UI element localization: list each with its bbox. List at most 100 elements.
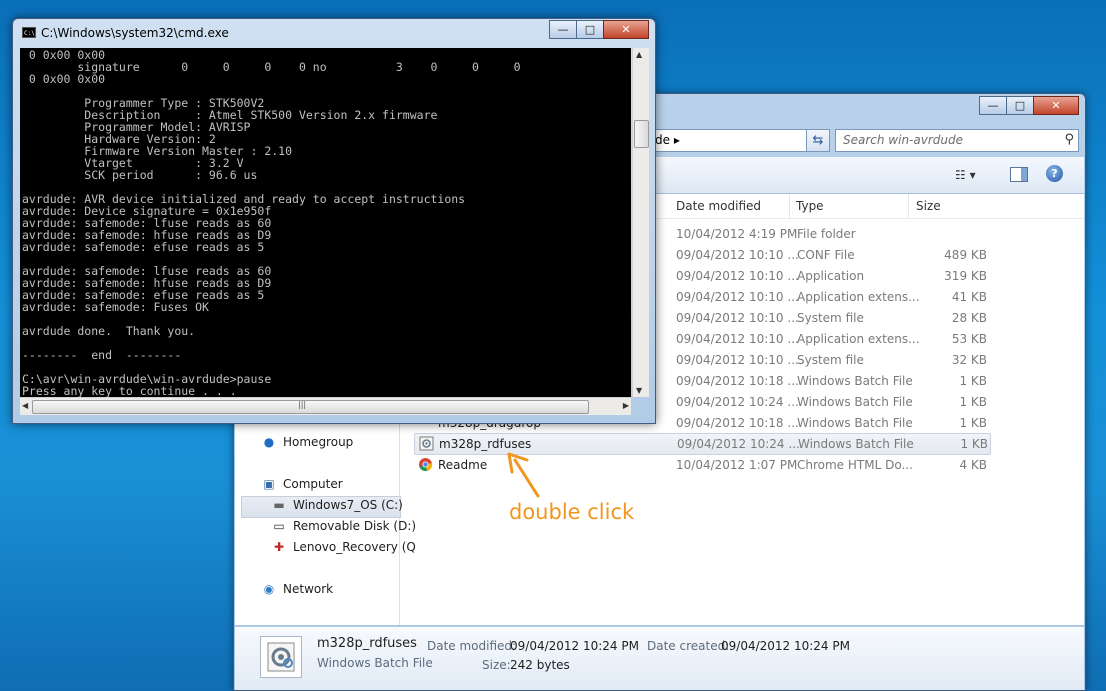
file-type: Application extens... bbox=[797, 332, 920, 346]
file-date: 09/04/2012 10:10 ... bbox=[676, 353, 799, 367]
annotation-label: double click bbox=[509, 500, 635, 524]
horizontal-scroll-thumb[interactable] bbox=[32, 400, 589, 414]
column-separator[interactable] bbox=[908, 194, 909, 218]
cmd-window[interactable]: C:\ C:\Windows\system32\cmd.exe — □ ✕ 0 … bbox=[12, 18, 656, 424]
file-size: 53 KB bbox=[951, 332, 987, 346]
file-date: 09/04/2012 10:18 ... bbox=[676, 374, 799, 388]
nav-item-computer[interactable]: ▣ Computer bbox=[261, 476, 343, 492]
nav-label: Removable Disk (D:) bbox=[293, 519, 417, 533]
file-size: 32 KB bbox=[951, 353, 987, 367]
views-button[interactable]: ☷ ▾ bbox=[955, 168, 976, 182]
file-name: Readme bbox=[438, 458, 488, 472]
cmd-icon: C:\ bbox=[22, 27, 36, 38]
console-vertical-scrollbar[interactable]: ▲ ▼ bbox=[632, 48, 649, 397]
scroll-grip-icon: ||| bbox=[298, 400, 307, 409]
file-date: 09/04/2012 10:24 ... bbox=[677, 437, 800, 451]
search-input[interactable]: Search win-avrdude ⚲ bbox=[835, 129, 1079, 152]
cmd-close-button[interactable]: ✕ bbox=[603, 20, 649, 39]
file-type: Application extens... bbox=[797, 290, 920, 304]
recovery-drive-icon: ✚ bbox=[273, 540, 285, 554]
refresh-button[interactable]: ⇆ bbox=[806, 129, 830, 152]
file-date: 09/04/2012 10:10 ... bbox=[676, 332, 799, 346]
file-type: Windows Batch File bbox=[797, 416, 913, 430]
details-date-modified-label: Date modified: bbox=[427, 639, 517, 653]
file-type: Application bbox=[797, 269, 865, 283]
preview-pane-button[interactable] bbox=[1010, 167, 1028, 182]
file-size: 319 KB bbox=[944, 269, 987, 283]
search-icon[interactable]: ⚲ bbox=[1064, 132, 1074, 147]
help-icon[interactable]: ? bbox=[1046, 165, 1063, 182]
search-placeholder: Search win-avrdude bbox=[843, 133, 963, 147]
nav-label: Homegroup bbox=[283, 435, 354, 449]
explorer-minimize-button[interactable]: — bbox=[979, 96, 1007, 115]
nav-item-network[interactable]: ◉ Network bbox=[261, 581, 333, 597]
address-bar-text: de ▸ bbox=[655, 133, 680, 147]
file-date: 09/04/2012 10:24 ... bbox=[676, 395, 799, 409]
scroll-right-icon[interactable]: ▶ bbox=[623, 401, 629, 410]
nav-label: Network bbox=[283, 582, 334, 596]
computer-icon: ▣ bbox=[263, 477, 275, 491]
scroll-left-icon[interactable]: ◀ bbox=[22, 401, 28, 410]
explorer-window-controls: — □ ✕ bbox=[979, 96, 1079, 115]
drive-icon: ▬ bbox=[273, 498, 285, 512]
file-type: CONF File bbox=[797, 248, 855, 262]
file-size: 489 KB bbox=[944, 248, 987, 262]
details-file-type: Windows Batch File bbox=[317, 656, 433, 670]
scroll-down-icon[interactable]: ▼ bbox=[636, 386, 642, 395]
file-date: 09/04/2012 10:18 ... bbox=[676, 416, 799, 430]
refresh-icon: ⇆ bbox=[812, 133, 824, 148]
batch-file-icon bbox=[419, 436, 434, 451]
file-type: System file bbox=[797, 311, 864, 325]
batch-file-icon bbox=[267, 642, 295, 672]
console-horizontal-scrollbar[interactable]: ◀ ||| ▶ bbox=[20, 397, 631, 415]
file-type: File folder bbox=[797, 227, 856, 241]
file-size: 1 KB bbox=[959, 416, 987, 430]
column-type[interactable]: Type bbox=[796, 194, 824, 218]
cmd-maximize-button[interactable]: □ bbox=[576, 20, 604, 39]
details-date-modified: 09/04/2012 10:24 PM bbox=[510, 639, 639, 653]
views-icon: ☷ bbox=[955, 168, 966, 182]
file-type: System file bbox=[797, 353, 864, 367]
file-size: 28 KB bbox=[951, 311, 987, 325]
nav-label: Computer bbox=[283, 477, 343, 491]
nav-item-recovery[interactable]: ✚ Lenovo_Recovery (Q bbox=[271, 539, 416, 555]
details-pane: m328p_rdfuses Windows Batch File Date mo… bbox=[235, 626, 1084, 690]
file-row[interactable]: Readme 10/04/2012 1:07 PM Chrome HTML Do… bbox=[414, 455, 989, 475]
nav-label: Windows7_OS (C:) bbox=[293, 498, 403, 512]
column-size[interactable]: Size bbox=[916, 194, 941, 218]
nav-item-homegroup[interactable]: ● Homegroup bbox=[261, 434, 354, 450]
console-text: 0 0x00 0x00 signature 0 0 0 0 no 3 0 0 0… bbox=[22, 48, 521, 397]
file-date: 09/04/2012 10:10 ... bbox=[676, 311, 799, 325]
file-row-selected[interactable]: m328p_rdfuses 09/04/2012 10:24 ... Windo… bbox=[414, 433, 991, 455]
file-date: 09/04/2012 10:10 ... bbox=[676, 290, 799, 304]
file-date: 09/04/2012 10:10 ... bbox=[676, 269, 799, 283]
nav-item-windows-os[interactable]: ▬ Windows7_OS (C:) bbox=[271, 497, 403, 513]
file-type: Windows Batch File bbox=[798, 437, 914, 451]
chevron-down-icon: ▾ bbox=[969, 168, 976, 182]
vertical-scroll-thumb[interactable] bbox=[634, 120, 649, 148]
file-date: 10/04/2012 4:19 PM bbox=[676, 227, 798, 241]
file-size: 1 KB bbox=[960, 437, 988, 451]
file-size: 1 KB bbox=[959, 395, 987, 409]
explorer-maximize-button[interactable]: □ bbox=[1006, 96, 1034, 115]
details-date-created: 09/04/2012 10:24 PM bbox=[721, 639, 850, 653]
details-file-name: m328p_rdfuses bbox=[317, 636, 417, 651]
chrome-icon bbox=[419, 458, 433, 471]
console-output[interactable]: 0 0x00 0x00 signature 0 0 0 0 no 3 0 0 0… bbox=[20, 48, 631, 397]
explorer-close-button[interactable]: ✕ bbox=[1033, 96, 1079, 115]
removable-disk-icon: ▭ bbox=[273, 519, 285, 533]
file-type: Windows Batch File bbox=[797, 395, 913, 409]
file-date: 10/04/2012 1:07 PM bbox=[676, 458, 798, 472]
breadcrumb-separator-icon[interactable]: ▸ bbox=[674, 133, 680, 147]
nav-label: Lenovo_Recovery (Q bbox=[293, 540, 416, 554]
homegroup-icon: ● bbox=[263, 435, 275, 449]
scroll-up-icon[interactable]: ▲ bbox=[636, 50, 642, 59]
column-date-modified[interactable]: Date modified bbox=[676, 194, 761, 218]
cmd-minimize-button[interactable]: — bbox=[549, 20, 577, 39]
nav-item-removable[interactable]: ▭ Removable Disk (D:) bbox=[271, 518, 416, 534]
details-date-created-label: Date created: bbox=[647, 639, 730, 653]
cmd-window-controls: — □ ✕ bbox=[549, 20, 649, 39]
file-size: 1 KB bbox=[959, 374, 987, 388]
network-icon: ◉ bbox=[263, 582, 275, 596]
column-separator[interactable] bbox=[789, 194, 790, 218]
